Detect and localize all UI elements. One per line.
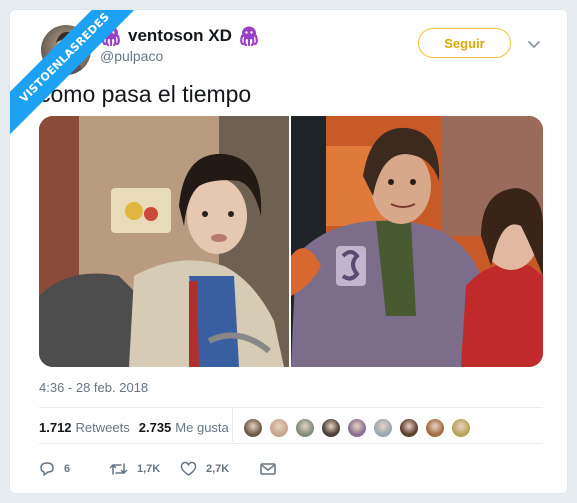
like-button[interactable]: 2,7K [180,461,260,477]
tweet-photo-right[interactable] [291,116,543,367]
stats-separator [232,408,233,442]
reply-button[interactable]: 6 [39,461,109,477]
like-count: 2,7K [206,463,230,475]
display-name-row[interactable]: ventoson XD [100,23,260,49]
envelope-icon [260,463,276,475]
liker-avatar[interactable] [295,418,315,438]
liker-avatars [243,418,477,438]
tweet-actions: 6 1,7K 2,7K [39,461,285,477]
retweet-button[interactable]: 1,7K [109,461,180,477]
tweet-photo-left[interactable] [39,116,289,367]
user-handle[interactable]: @pulpaco [100,48,163,64]
display-name: ventoson XD [128,26,232,45]
liker-avatar[interactable] [347,418,367,438]
retweets-label: Retweets [75,420,130,435]
divider [39,443,543,444]
likes-label: Me gusta [175,420,229,435]
reply-count: 6 [64,463,71,475]
liker-avatar[interactable] [399,418,419,438]
retweets-stat[interactable]: 1.712 Retweets [39,420,130,435]
likes-stat[interactable]: 2.735 Me gusta [139,420,229,435]
liker-avatar[interactable] [269,418,289,438]
direct-message-button[interactable] [260,462,285,476]
reply-icon [40,462,54,476]
liker-avatar[interactable] [425,418,445,438]
heart-icon [180,461,197,476]
chevron-down-icon[interactable] [527,37,541,51]
retweet-count: 1,7K [137,463,161,475]
liker-avatar[interactable] [451,418,471,438]
divider [39,407,543,408]
liker-avatar[interactable] [321,418,341,438]
octopus-icon [240,26,258,47]
retweet-icon [109,463,128,475]
tweet-card: VISTOENLASREDES ventoson XD @pulpaco Seg… [9,9,568,494]
liker-avatar[interactable] [373,418,393,438]
tweet-stats: 1.712 Retweets 2.735 Me gusta [39,420,229,435]
liker-avatar[interactable] [243,418,263,438]
likes-count: 2.735 [138,420,172,435]
retweets-count: 1.712 [39,420,72,435]
follow-button[interactable]: Seguir [418,28,511,58]
tweet-timestamp[interactable]: 4:36 - 28 feb. 2018 [39,380,148,395]
tweet-text: como pasa el tiempo [39,81,252,107]
